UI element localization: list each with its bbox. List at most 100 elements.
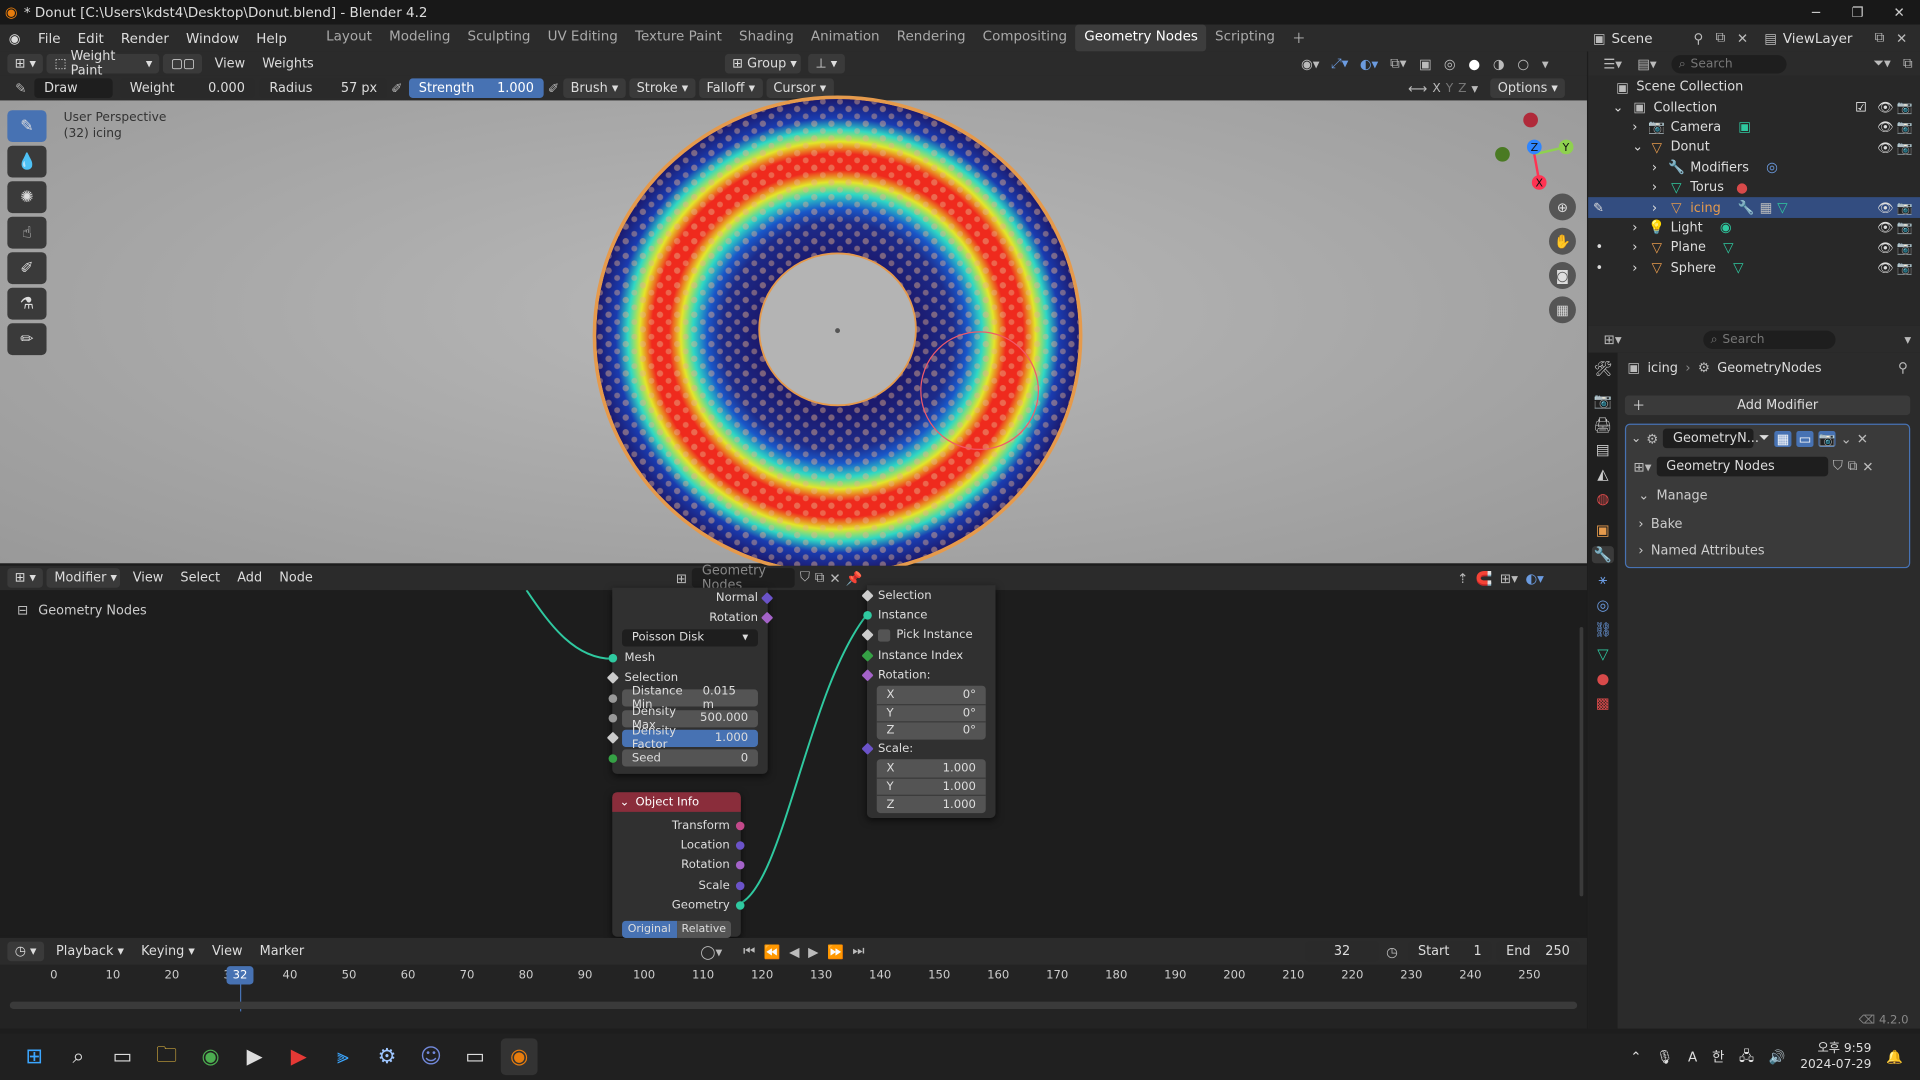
world-tab-icon[interactable]: ◍ xyxy=(1596,490,1609,507)
expand-icon[interactable]: › xyxy=(1652,200,1667,215)
icing-render-icon[interactable]: 📷 xyxy=(1897,200,1913,216)
xray-icon[interactable]: ⧉▾ xyxy=(1386,55,1410,72)
rendered-shading-icon[interactable]: ○ xyxy=(1513,55,1533,72)
3d-viewport[interactable]: User Perspective (32) icing Y X Z ⊕ ✋ ◙ … xyxy=(0,95,1587,569)
remove-view-layer-icon[interactable]: ✕ xyxy=(1891,30,1913,46)
media-player-icon[interactable]: ▶ xyxy=(236,1038,273,1075)
gizmo-icon[interactable]: ⤢▾ xyxy=(1327,55,1351,72)
blender-taskbar-icon[interactable]: ◉ xyxy=(500,1038,538,1076)
jump-end-icon[interactable]: ⏭ xyxy=(852,943,864,960)
outliner-item-sphere[interactable]: • › ▽ Sphere ▽ 👁 📷 xyxy=(1588,258,1920,278)
mesh-socket[interactable] xyxy=(608,653,618,663)
properties-search-input[interactable]: ⌕ Search xyxy=(1703,330,1836,349)
snap-icon[interactable]: 🧲 xyxy=(1476,570,1493,586)
remove-modifier-icon[interactable]: ✕ xyxy=(1857,430,1868,446)
donut-mesh[interactable] xyxy=(588,91,1090,569)
tab-animation[interactable]: Animation xyxy=(802,24,888,51)
data-tab-icon[interactable]: ▽ xyxy=(1597,645,1608,662)
jump-keyframe-forward-icon[interactable]: ⏩ xyxy=(827,943,844,959)
ime-mode[interactable]: A xyxy=(1688,1049,1697,1065)
expand-icon[interactable]: › xyxy=(1632,120,1647,135)
start-frame-field[interactable]: Start 1 xyxy=(1408,941,1492,962)
remove-scene-icon[interactable]: ✕ xyxy=(1731,30,1753,46)
tray-overflow-icon[interactable]: ⌃ xyxy=(1630,1049,1641,1065)
node-menu-node[interactable]: Node xyxy=(271,571,322,586)
end-frame-field[interactable]: End 250 xyxy=(1496,941,1580,962)
physics-tab-icon[interactable]: ◎ xyxy=(1596,596,1609,613)
object-tab-icon[interactable]: ▣ xyxy=(1596,522,1610,539)
menu-weights[interactable]: Weights xyxy=(254,56,323,71)
outliner-item-torus[interactable]: › ▽ Torus ● xyxy=(1588,177,1920,197)
distribute-points-node[interactable]: Normal Rotation Poisson Disk ▾ Mesh Selec… xyxy=(606,587,774,774)
tab-shading[interactable]: Shading xyxy=(730,24,802,51)
collection-camera-icon[interactable]: 📷 xyxy=(1897,99,1913,116)
volume-icon[interactable]: 🔊 xyxy=(1769,1049,1786,1065)
current-frame-field[interactable]: 32 xyxy=(1305,941,1379,962)
scale-output-socket[interactable] xyxy=(735,881,745,891)
collection-eye-icon[interactable]: 👁 xyxy=(1877,99,1893,116)
outliner-search-input[interactable]: ⌕ Search xyxy=(1671,54,1787,73)
timeline-editor-type-button[interactable]: ◷ ▾ xyxy=(7,941,44,962)
named-attributes-panel[interactable]: › Named Attributes xyxy=(1626,538,1909,565)
object-info-header[interactable]: ⌄ Object Info xyxy=(612,792,741,812)
group-dropdown[interactable]: ⊞ Group ▾ xyxy=(724,53,801,74)
blur-tool-icon[interactable]: 💧 xyxy=(7,145,47,178)
bake-panel[interactable]: › Bake xyxy=(1626,511,1909,538)
display-mode-button[interactable]: ▤▾ xyxy=(1632,56,1661,72)
plane-eye-icon[interactable]: 👁 xyxy=(1877,240,1893,256)
overlay-icon[interactable]: ◐▾ xyxy=(1357,55,1381,72)
expand-icon[interactable]: › xyxy=(1632,260,1647,275)
icing-eye-icon[interactable]: 👁 xyxy=(1877,200,1893,216)
pin-icon[interactable]: ⚲ xyxy=(1687,30,1709,46)
ortho-grid-icon[interactable]: ▦ xyxy=(1548,296,1576,324)
material-tab-icon[interactable]: ● xyxy=(1596,670,1609,687)
timeline-menu-marker[interactable]: Marker xyxy=(251,944,313,959)
pressure-strength-icon[interactable]: ✐ xyxy=(544,80,564,96)
new-collection-icon[interactable]: ⧉ xyxy=(1896,55,1920,72)
view-layer-name[interactable]: ViewLayer xyxy=(1783,30,1869,46)
play-icon[interactable]: ▶ xyxy=(808,943,818,959)
scene-collection-row[interactable]: ▣ Scene Collection xyxy=(1588,77,1920,97)
mirror-options-icon[interactable]: ▾ xyxy=(1471,80,1478,96)
brush-name-field[interactable]: Draw xyxy=(34,78,113,98)
discord-icon[interactable]: ☺ xyxy=(413,1038,450,1075)
pin-properties-icon[interactable]: ⚲ xyxy=(1898,360,1908,376)
filter-icon[interactable]: ⏷▾ xyxy=(1869,55,1896,72)
average-tool-icon[interactable]: ✺ xyxy=(7,181,47,214)
tab-compositing[interactable]: Compositing xyxy=(974,24,1076,51)
distribute-mode-dropdown[interactable]: Poisson Disk ▾ xyxy=(622,629,758,647)
rot-y-value[interactable]: 0° xyxy=(963,706,976,719)
clock[interactable]: 오후 9:59 2024-07-29 xyxy=(1800,1041,1871,1073)
scale-y-value[interactable]: 1.000 xyxy=(943,780,976,793)
navigation-gizmo[interactable]: Y X Z xyxy=(1489,108,1587,206)
donut-render-icon[interactable]: 📷 xyxy=(1897,139,1913,156)
preview-range-icon[interactable]: ◷ xyxy=(1386,943,1398,959)
vscode-icon[interactable]: ⫸ xyxy=(324,1038,361,1075)
distance-min-socket[interactable] xyxy=(608,693,618,703)
light-eye-icon[interactable]: 👁 xyxy=(1877,220,1893,236)
light-render-icon[interactable]: 📷 xyxy=(1897,220,1913,236)
output-tab-icon[interactable]: 🖨 xyxy=(1594,416,1613,433)
menu-help[interactable]: Help xyxy=(248,30,296,46)
expand-collection-icon[interactable]: ⌄ xyxy=(1613,100,1630,115)
minimize-button[interactable]: ─ xyxy=(1795,4,1837,20)
menu-render[interactable]: Render xyxy=(112,30,177,46)
pan-hand-icon[interactable]: ✋ xyxy=(1548,227,1576,255)
task-view-icon[interactable]: ▭ xyxy=(104,1038,141,1075)
timeline-menu-playback[interactable]: Playback ▾ xyxy=(47,944,132,959)
instance-socket[interactable] xyxy=(863,611,872,620)
original-toggle[interactable]: Original xyxy=(622,920,677,938)
weight-field[interactable]: Weight 0.000 xyxy=(120,78,255,98)
unlink-group-icon[interactable]: ✕ xyxy=(1862,459,1873,475)
node-editor-canvas[interactable]: ⊟ Geometry Nodes Normal Rotation Poisson… xyxy=(0,585,1587,938)
play-reverse-icon[interactable]: ◀ xyxy=(789,943,799,959)
expand-icon[interactable]: › xyxy=(1632,240,1647,255)
draw-brush-tool-icon[interactable]: ✎ xyxy=(7,110,47,143)
pressure-radius-icon[interactable]: ✐ xyxy=(387,80,407,96)
scene-tab-icon[interactable]: ◭ xyxy=(1597,465,1608,482)
playhead[interactable]: 32 xyxy=(226,966,254,985)
file-explorer-icon[interactable]: 🗀 xyxy=(148,1038,185,1075)
annotate-tool-icon[interactable]: ✏ xyxy=(7,323,47,356)
sample-weight-tool-icon[interactable]: ⚗ xyxy=(7,287,47,320)
edit-mode-toggle-icon[interactable]: ⏷ xyxy=(1759,430,1770,447)
